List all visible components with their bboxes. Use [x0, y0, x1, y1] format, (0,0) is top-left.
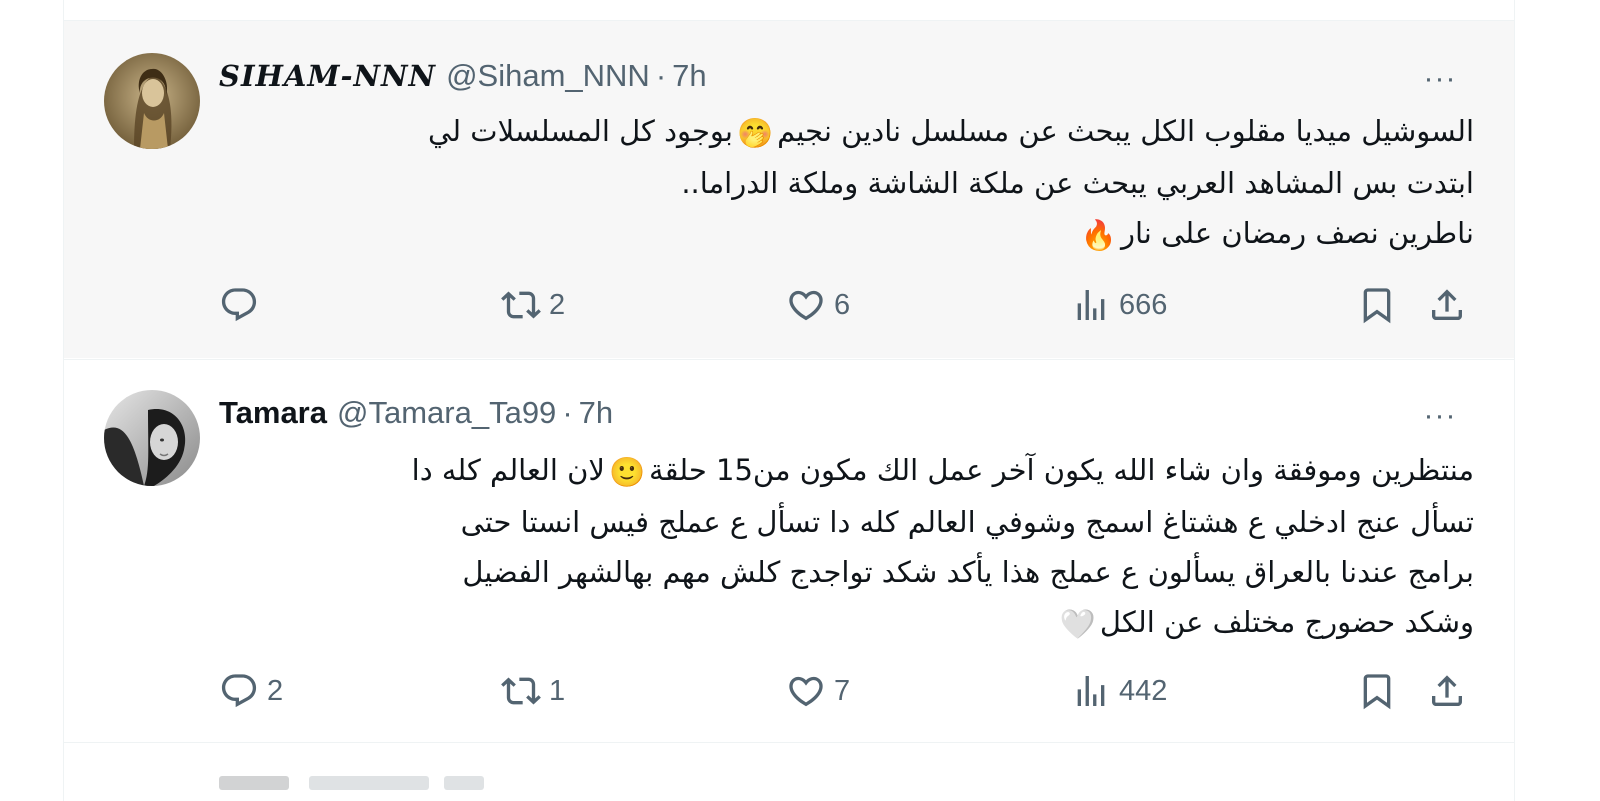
face-with-hand-over-mouth-emoji: 🤭 [736, 116, 774, 150]
retweet-count: 2 [549, 288, 566, 321]
tweet-text-line: تسأل عنج ادخلي ع هشتاغ اسمج وشوفي العالم… [460, 505, 1474, 539]
like-count: 6 [834, 288, 851, 321]
tweet-text-line: السوشيل ميديا مقلوب الكل يبحث عن مسلسل ن… [219, 106, 1474, 158]
user-handle[interactable]: @Siham_NNN [446, 58, 650, 94]
tweet-text-line: برامج عندنا بالعراق يسألون ع عملج هذا يأ… [462, 555, 1474, 589]
separator-dot: · [562, 395, 573, 430]
heart-icon [789, 290, 823, 321]
tweet-text-line: وشكد حضورج مختلف عن الكل🤍 [219, 597, 1474, 649]
like-button[interactable]: 7 [786, 669, 850, 713]
more-button[interactable]: ··· [1420, 396, 1460, 436]
user-handle[interactable]: @Tamara_Ta99 [337, 395, 556, 431]
more-icon: ··· [1423, 399, 1457, 432]
display-name[interactable]: SIHAM-NNN [219, 59, 436, 93]
retweet-count: 1 [549, 674, 566, 707]
view-count: 666 [1119, 288, 1168, 321]
retweet-icon [501, 291, 541, 319]
more-button[interactable]: ··· [1420, 59, 1460, 99]
separator-dot: · [655, 58, 667, 93]
like-count: 7 [834, 674, 851, 707]
tweet-actions: 2 1 7 442 [219, 669, 1481, 713]
timeline-column: SIHAM-NNN @Siham_NNN · 7h ··· السوشيل مي… [63, 0, 1515, 801]
bookmark-icon [1363, 674, 1391, 710]
tweet[interactable]: SIHAM-NNN @Siham_NNN · 7h ··· السوشيل مي… [64, 21, 1514, 358]
reply-button[interactable]: 2 [219, 669, 283, 713]
tweet-text-line: منتظرين وموفقة وان شاء الله يكون آخر عمل… [219, 445, 1474, 497]
heart-icon [789, 676, 823, 707]
avatar[interactable] [104, 53, 200, 149]
tweet-text: منتظرين وموفقة وان شاء الله يكون آخر عمل… [219, 445, 1474, 649]
tweet-header: SIHAM-NNN @Siham_NNN · 7h [219, 56, 707, 96]
more-icon: ··· [1423, 62, 1457, 95]
tweet[interactable]: Tamara @Tamara_Ta99 · 7h ··· منتظرين ومو… [64, 359, 1514, 743]
fire-emoji: 🔥 [1080, 218, 1117, 252]
next-tweet-partial [219, 770, 719, 790]
share-icon [1432, 675, 1462, 706]
like-button[interactable]: 6 [786, 283, 850, 327]
white-heart-emoji: 🤍 [1059, 607, 1096, 641]
share-button[interactable] [1427, 283, 1467, 327]
reply-button[interactable] [219, 283, 267, 327]
avatar[interactable] [104, 390, 200, 486]
share-icon [1432, 289, 1462, 320]
tweet-text-line: ابتدت بس المشاهد العربي يبحث عن ملكة الش… [681, 166, 1474, 200]
tweet-text-line: ناطرين نصف رمضان على نار🔥 [219, 208, 1474, 260]
reply-icon [221, 288, 257, 322]
timestamp[interactable]: 7h [579, 395, 613, 431]
reply-icon [221, 674, 257, 708]
display-name[interactable]: Tamara [219, 395, 327, 431]
analytics-icon [1077, 290, 1105, 320]
timestamp[interactable]: 7h [672, 58, 706, 94]
views-button[interactable]: 442 [1071, 669, 1167, 713]
view-count: 442 [1119, 674, 1168, 707]
retweet-button[interactable]: 1 [501, 669, 565, 713]
tweet-header: Tamara @Tamara_Ta99 · 7h [219, 393, 613, 433]
bookmark-button[interactable] [1357, 283, 1397, 327]
bookmark-icon [1363, 288, 1391, 324]
tweet-actions: 2 6 666 [219, 283, 1481, 327]
retweet-button[interactable]: 2 [501, 283, 565, 327]
slightly-smiling-face-emoji: 🙂 [608, 455, 646, 489]
tweet-text: السوشيل ميديا مقلوب الكل يبحث عن مسلسل ن… [219, 106, 1474, 260]
share-button[interactable] [1427, 669, 1467, 713]
views-button[interactable]: 666 [1071, 283, 1167, 327]
analytics-icon [1077, 676, 1105, 706]
reply-count: 2 [267, 674, 284, 707]
bookmark-button[interactable] [1357, 669, 1397, 713]
retweet-icon [501, 677, 541, 705]
